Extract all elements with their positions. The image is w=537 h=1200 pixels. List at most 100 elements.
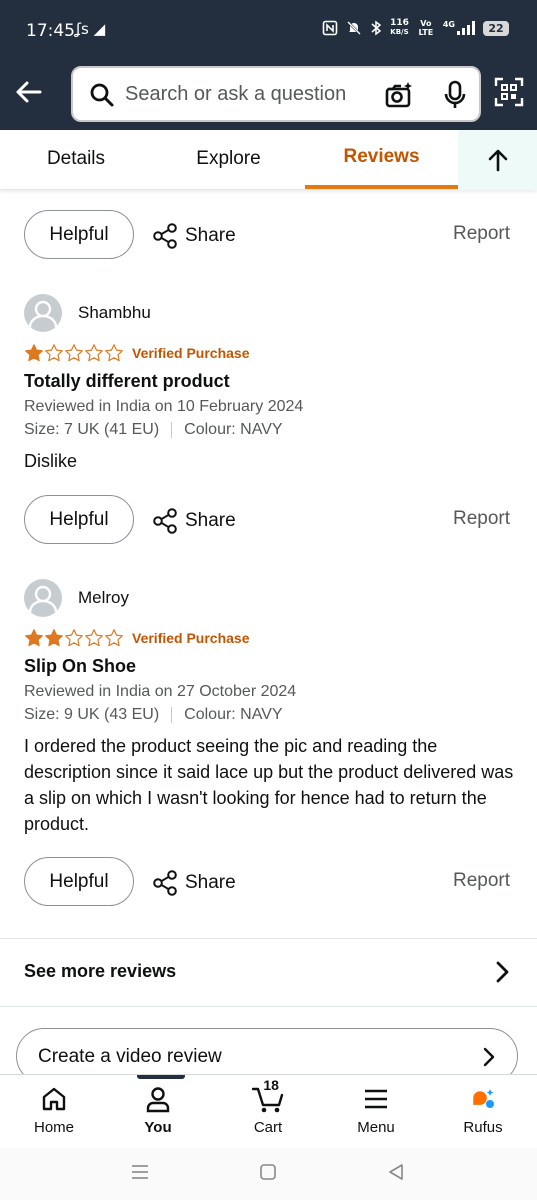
nav-you[interactable]: You: [108, 1075, 208, 1149]
create-video-review-label: Create a video review: [38, 1046, 222, 1067]
search-bar[interactable]: [71, 66, 481, 122]
battery-icon: 22: [483, 20, 509, 36]
star-rating: [24, 628, 124, 648]
see-more-reviews-link[interactable]: See more reviews: [0, 940, 537, 1006]
nfc-icon: [322, 20, 338, 36]
helpful-button[interactable]: Helpful: [24, 495, 134, 544]
nav-menu[interactable]: Menu: [326, 1075, 426, 1149]
home-icon: [42, 1087, 66, 1111]
nav-rufus-label: Rufus: [463, 1119, 503, 1136]
status-time: 17:45: [26, 21, 75, 41]
nav-menu-label: Menu: [357, 1119, 395, 1136]
share-button[interactable]: Share: [151, 869, 236, 897]
rufus-icon: [473, 1089, 494, 1108]
review-variant: Size: 9 UK (43 EU) Colour: NAVY: [24, 706, 514, 724]
helpful-button[interactable]: Helpful: [24, 210, 134, 259]
camera-search-icon[interactable]: [384, 81, 414, 109]
hamburger-menu-icon: [365, 1089, 387, 1109]
share-label: Share: [185, 225, 236, 246]
microphone-icon[interactable]: [443, 80, 467, 110]
review-author: Melroy: [78, 588, 130, 607]
user-icon: [28, 585, 58, 613]
network-type: 4G: [442, 19, 455, 29]
arrow-up-icon: [488, 149, 507, 172]
tab-explore[interactable]: Explore: [152, 130, 305, 190]
verified-purchase-badge: Verified Purchase: [132, 345, 250, 361]
scroll-top-button[interactable]: [458, 130, 537, 190]
nav-rufus[interactable]: Rufus: [433, 1075, 533, 1149]
review-rating: Verified Purchase: [24, 627, 514, 649]
notification-icons: ʆs ◢: [76, 20, 106, 38]
star-empty-icon: [65, 344, 83, 362]
review-rating: Verified Purchase: [24, 342, 514, 364]
variant-separator: [171, 707, 173, 723]
status-bar: 17:45 ʆs ◢ 116 KB/S Vo LTE 4G 22: [0, 0, 537, 60]
share-button[interactable]: Share: [151, 222, 236, 250]
helpful-button[interactable]: Helpful: [24, 857, 134, 906]
variant-colour: Colour: NAVY: [184, 706, 283, 723]
search-icon: [90, 83, 114, 107]
share-label: Share: [185, 510, 236, 531]
variant-size: Size: 9 UK (43 EU): [24, 706, 160, 723]
speed-value: 116: [390, 18, 409, 28]
review-title: Slip On Shoe: [24, 656, 137, 676]
star-empty-icon: [85, 344, 103, 362]
back-triangle-icon[interactable]: [386, 1162, 406, 1182]
share-icon: [153, 508, 177, 534]
review-actions: Helpful Share Report: [24, 495, 514, 545]
search-input[interactable]: [125, 80, 375, 108]
review-body: I ordered the product seeing the pic and…: [24, 736, 514, 834]
star-filled-icon: [25, 629, 43, 647]
mute-bell-icon: [347, 21, 361, 35]
star-empty-icon: [85, 629, 103, 647]
star-filled-icon: [25, 344, 43, 362]
back-button[interactable]: [10, 74, 46, 110]
star-filled-icon: [45, 629, 63, 647]
avatar: [24, 579, 62, 617]
report-link[interactable]: Report: [453, 223, 510, 245]
speed-unit: KB/S: [390, 28, 409, 36]
divider: [0, 938, 537, 939]
arrow-left-icon: [16, 81, 42, 103]
app-header: [0, 60, 537, 130]
tab-details[interactable]: Details: [0, 130, 152, 190]
scan-icon[interactable]: [494, 77, 524, 107]
share-button[interactable]: Share: [151, 507, 236, 535]
avatar: [24, 294, 62, 332]
review-title: Totally different product: [24, 371, 230, 391]
review-variant: Size: 7 UK (41 EU) Colour: NAVY: [24, 421, 514, 439]
review-actions: Helpful Share Report: [24, 210, 514, 260]
share-icon: [153, 870, 177, 896]
bottom-nav: Home You 18 Cart Menu Rufus: [0, 1074, 537, 1148]
variant-size: Size: 7 UK (41 EU): [24, 421, 160, 438]
chevron-right-icon: [496, 961, 509, 983]
recent-apps-icon[interactable]: [130, 1162, 150, 1182]
review-author-row: Shambhu: [24, 294, 514, 332]
home-square-icon[interactable]: [258, 1162, 278, 1182]
tab-reviews[interactable]: Reviews: [305, 130, 458, 190]
review-card: Shambhu Verified Purchase Totally differ…: [24, 294, 514, 474]
bluetooth-icon: [371, 20, 382, 36]
nav-home[interactable]: Home: [4, 1075, 104, 1149]
chevron-right-icon: [483, 1047, 495, 1067]
review-card: Melroy Verified Purchase Slip On Shoe Re…: [24, 579, 514, 837]
nav-cart[interactable]: 18 Cart: [218, 1075, 318, 1149]
review-actions: Helpful Share Report: [24, 857, 514, 907]
see-more-reviews-label: See more reviews: [24, 961, 177, 981]
verified-purchase-badge: Verified Purchase: [132, 630, 250, 646]
report-link[interactable]: Report: [453, 508, 510, 530]
review-date: Reviewed in India on 27 October 2024: [24, 683, 297, 700]
report-link[interactable]: Report: [453, 870, 510, 892]
variant-colour: Colour: NAVY: [184, 421, 283, 438]
nav-home-label: Home: [33, 1119, 74, 1136]
star-empty-icon: [105, 344, 123, 362]
system-navigation-bar: [0, 1148, 537, 1200]
review-author: Shambhu: [78, 303, 151, 322]
review-date: Reviewed in India on 10 February 2024: [24, 398, 304, 415]
review-body: Dislike: [24, 451, 78, 471]
star-empty-icon: [65, 629, 83, 647]
variant-separator: [171, 422, 173, 438]
star-empty-icon: [45, 344, 63, 362]
star-empty-icon: [105, 629, 123, 647]
nav-cart-label: Cart: [253, 1119, 283, 1136]
